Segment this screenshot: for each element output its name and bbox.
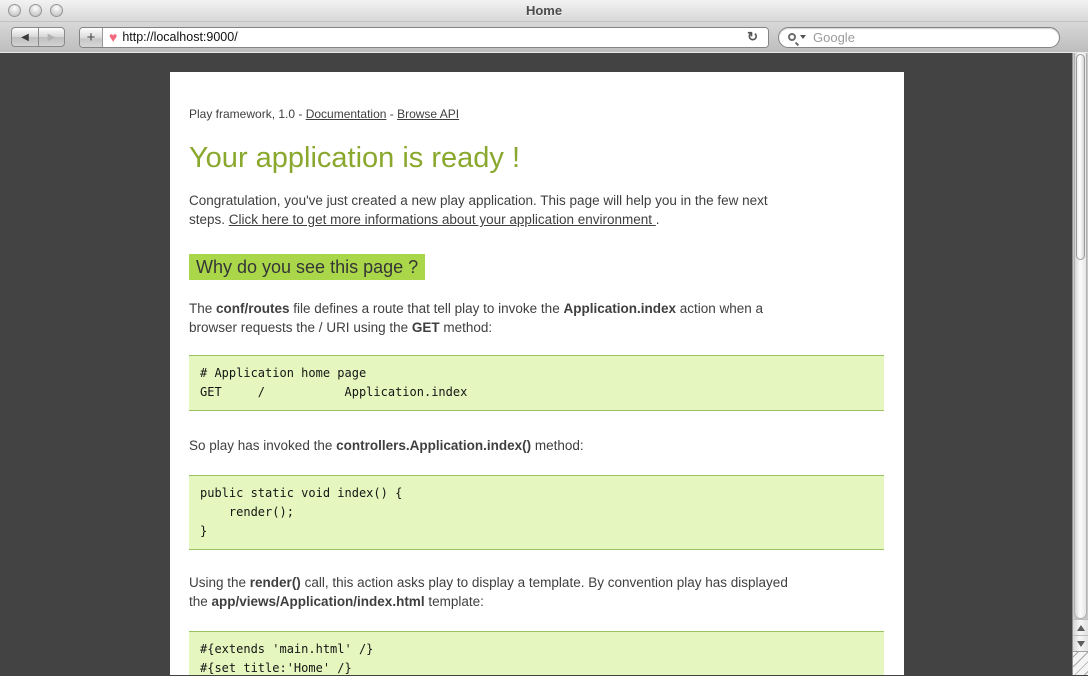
- plus-icon: +: [87, 29, 96, 46]
- template-code-block: #{extends 'main.html' /} #{set title:'Ho…: [189, 631, 884, 675]
- documentation-link[interactable]: Documentation: [306, 107, 387, 121]
- routes-code-block: # Application home page GET / Applicatio…: [189, 355, 884, 411]
- meta-separator: -: [386, 107, 397, 121]
- scrollbar-track[interactable]: [1074, 53, 1087, 619]
- section-heading-highlight: Why do you see this page ?: [189, 254, 425, 280]
- browser-toolbar: ◀ ▶ + ♥ http://localhost:9000/ ↻ Google: [0, 22, 1088, 53]
- back-button[interactable]: ◀: [11, 27, 38, 47]
- resize-grip-icon[interactable]: [1073, 651, 1088, 675]
- page-title: Your application is ready !: [189, 141, 884, 175]
- scroll-down-button[interactable]: [1073, 635, 1088, 651]
- breadcrumb: Play framework, 1.0 - Documentation - Br…: [189, 105, 884, 124]
- browser-window: Home ◀ ▶ + ♥ http://localhost:9000/ ↻ Go…: [0, 0, 1088, 676]
- intro-paragraph: Congratulation, you've just created a ne…: [189, 191, 884, 229]
- scrollbar-thumb[interactable]: [1076, 54, 1085, 260]
- render-call-term: render(): [250, 575, 301, 590]
- page-content: Play framework, 1.0 - Documentation - Br…: [170, 72, 904, 675]
- invoked-paragraph: So play has invoked the controllers.Appl…: [189, 436, 884, 455]
- application-index-term: Application.index: [563, 301, 676, 316]
- arrow-down-icon: [1077, 641, 1085, 647]
- section-heading: Why do you see this page ?: [189, 254, 884, 280]
- reload-icon[interactable]: ↻: [743, 29, 762, 45]
- nav-buttons: ◀ ▶: [11, 27, 65, 47]
- render-paragraph: Using the render() call, this action ask…: [189, 573, 884, 611]
- page-viewport: Play framework, 1.0 - Documentation - Br…: [0, 53, 1088, 675]
- heart-favicon-icon: ♥: [109, 29, 117, 45]
- back-icon: ◀: [21, 32, 29, 43]
- routes-paragraph: The conf/routes file defines a route tha…: [189, 299, 884, 337]
- close-button[interactable]: [8, 4, 21, 17]
- search-options-caret-icon[interactable]: [800, 35, 806, 39]
- action-code-block: public static void index() { render(); }: [189, 475, 884, 550]
- template-path-term: app/views/Application/index.html: [212, 594, 425, 609]
- forward-icon: ▶: [48, 32, 56, 43]
- address-bar[interactable]: ♥ http://localhost:9000/ ↻: [103, 28, 768, 47]
- scroll-up-button[interactable]: [1073, 619, 1088, 635]
- minimize-button[interactable]: [29, 4, 42, 17]
- scrollbar-arrows: [1073, 619, 1088, 651]
- titlebar: Home: [0, 0, 1088, 22]
- forward-button[interactable]: ▶: [38, 27, 65, 47]
- arrow-up-icon: [1077, 625, 1085, 631]
- search-placeholder: Google: [813, 30, 855, 45]
- window-controls: [8, 4, 63, 17]
- url-text: http://localhost:9000/: [122, 30, 743, 44]
- vertical-scrollbar[interactable]: [1072, 53, 1088, 675]
- controllers-term: controllers.Application.index(): [336, 438, 531, 453]
- intro-line-1: Congratulation, you've just created a ne…: [189, 191, 884, 210]
- address-bar-group: + ♥ http://localhost:9000/ ↻: [79, 27, 769, 48]
- browse-api-link[interactable]: Browse API: [397, 107, 459, 121]
- meta-prefix: Play framework, 1.0 -: [189, 107, 306, 121]
- add-bookmark-button[interactable]: +: [80, 28, 103, 47]
- search-field[interactable]: Google: [778, 27, 1060, 48]
- search-icon: [788, 33, 796, 41]
- intro-line-2: steps. Click here to get more informatio…: [189, 210, 884, 229]
- window-title: Home: [0, 0, 1088, 22]
- zoom-button[interactable]: [50, 4, 63, 17]
- conf-routes-term: conf/routes: [216, 301, 290, 316]
- get-term: GET: [412, 320, 440, 335]
- environment-info-link[interactable]: Click here to get more informations abou…: [229, 212, 656, 227]
